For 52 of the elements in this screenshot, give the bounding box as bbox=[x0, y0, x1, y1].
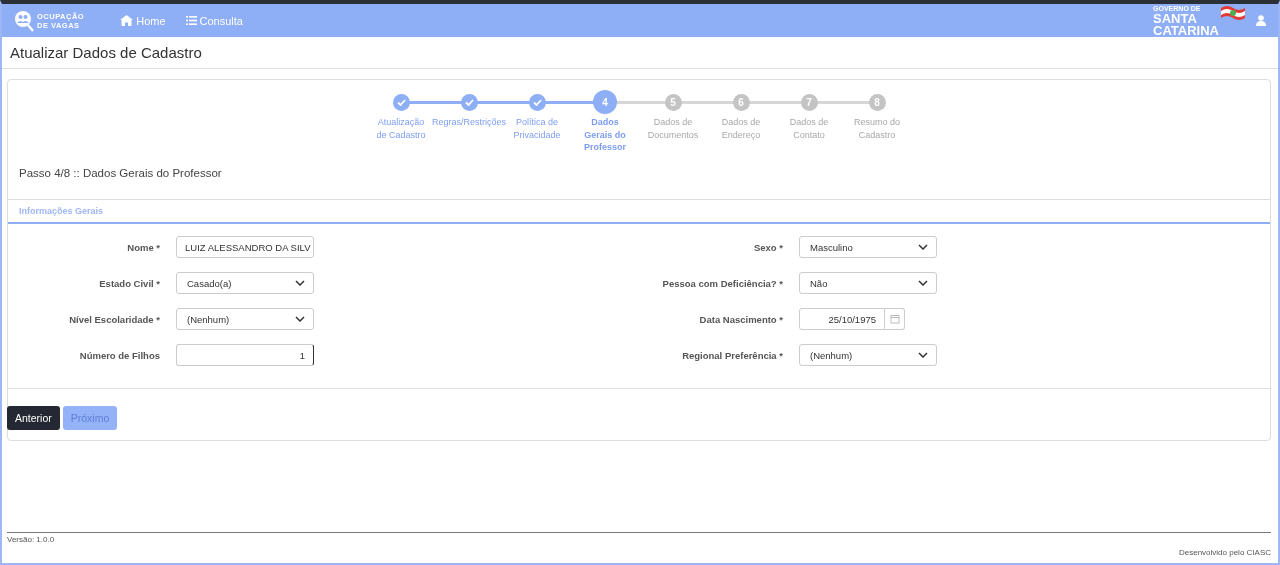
section-title: Informações Gerais bbox=[19, 205, 104, 216]
previous-button[interactable]: Anterior bbox=[7, 405, 60, 430]
house-icon bbox=[120, 15, 134, 26]
step-label: Dados de Documentos bbox=[646, 116, 700, 141]
user-icon[interactable] bbox=[1256, 15, 1266, 26]
select-field[interactable]: Casado(a) bbox=[176, 272, 314, 294]
select-field[interactable]: Não bbox=[799, 272, 937, 294]
logo-text: SANTA bbox=[1153, 12, 1197, 25]
step-number: 8 bbox=[874, 96, 880, 108]
step-label: Política de Privacidade bbox=[512, 116, 562, 141]
select-field[interactable]: Masculino bbox=[799, 236, 937, 258]
chevron-down-icon bbox=[295, 316, 305, 322]
field-label: Regional Preferência * bbox=[681, 349, 783, 361]
date-field[interactable]: 25/10/1975 bbox=[799, 308, 885, 330]
step-number: 4 bbox=[602, 96, 608, 108]
field-label: Pessoa com Deficiência? * bbox=[661, 277, 783, 289]
field-label: Sexo * bbox=[752, 241, 783, 253]
select-field[interactable]: (Nenhum) bbox=[799, 344, 937, 366]
field-label: Número de Filhos bbox=[78, 349, 160, 361]
select-field[interactable]: (Nenhum) bbox=[176, 308, 314, 330]
name-field[interactable]: LUIZ ALESSANDRO DA SILV bbox=[176, 236, 314, 258]
credit-text: Desenvolvido pelo CIASC bbox=[1178, 548, 1271, 557]
field-label: Data Nascimento * bbox=[698, 313, 783, 325]
chevron-down-icon bbox=[918, 244, 928, 250]
step-number: 7 bbox=[806, 96, 812, 108]
field-label: Nome * bbox=[126, 241, 160, 253]
step-label: Dados de Endereço bbox=[720, 116, 762, 141]
step-label: Resumo do Cadastro bbox=[853, 116, 901, 141]
step-label: Regras/Restrições bbox=[432, 116, 506, 129]
page-title: Atualizar Dados de Cadastro bbox=[10, 44, 202, 61]
chevron-down-icon bbox=[918, 280, 928, 286]
check-icon bbox=[532, 98, 542, 106]
step-number: 6 bbox=[738, 96, 744, 108]
check-icon bbox=[396, 98, 406, 106]
people-magnifier-icon bbox=[14, 9, 34, 32]
check-icon bbox=[464, 98, 474, 106]
chevron-down-icon bbox=[918, 352, 928, 358]
step-label: Dados de Contato bbox=[788, 116, 830, 141]
list-icon bbox=[185, 16, 197, 25]
step-number: 5 bbox=[670, 96, 676, 108]
calendar-button[interactable] bbox=[885, 308, 905, 330]
flag-icon bbox=[1220, 4, 1246, 21]
field-label: Nível Escolaridade * bbox=[68, 313, 160, 325]
version-text: Versão: 1.0.0 bbox=[7, 535, 55, 544]
logo-text: CATARINA bbox=[1153, 24, 1219, 37]
calendar-icon bbox=[889, 314, 900, 324]
field-label: Estado Civil * bbox=[98, 277, 160, 289]
chevron-down-icon bbox=[295, 280, 305, 286]
step-caption: Passo 4/8 :: Dados Gerais do Professor bbox=[18, 165, 223, 179]
step-label: Dados Gerais do Professor bbox=[583, 116, 627, 154]
number-field[interactable]: 1 bbox=[176, 344, 314, 366]
step-label: Atualização de Cadastro bbox=[375, 116, 427, 141]
